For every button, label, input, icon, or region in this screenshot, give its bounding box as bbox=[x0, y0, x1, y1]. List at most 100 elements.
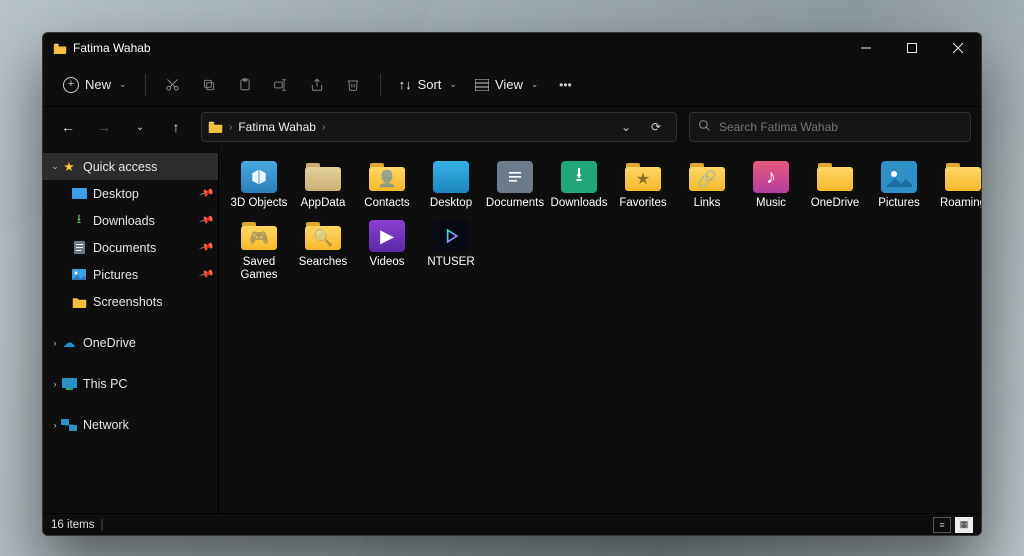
view-label: View bbox=[495, 77, 523, 92]
view-button[interactable]: View ⌄ bbox=[467, 73, 547, 96]
share-button[interactable] bbox=[300, 69, 334, 101]
folder-item-searches[interactable]: 🔍 Searches bbox=[293, 216, 353, 282]
pc-icon bbox=[61, 376, 77, 392]
chevron-right-icon: › bbox=[49, 379, 61, 389]
chevron-down-icon: ⌄ bbox=[531, 79, 539, 90]
folder-item-downloads[interactable]: ⭳ Downloads bbox=[549, 157, 609, 210]
item-label: Links bbox=[694, 197, 721, 210]
sidebar-item-onedrive[interactable]: › ☁ OneDrive bbox=[43, 329, 218, 356]
minimize-button[interactable] bbox=[843, 33, 889, 63]
close-button[interactable] bbox=[935, 33, 981, 63]
items-grid: 3D Objects AppData 👤 Contacts Desktop Do bbox=[229, 157, 977, 282]
breadcrumb-item[interactable]: Fatima Wahab bbox=[238, 120, 316, 134]
sidebar-item-pictures[interactable]: Pictures 📌 bbox=[43, 261, 218, 288]
pictures-icon bbox=[878, 159, 920, 195]
folder-item-appdata[interactable]: AppData bbox=[293, 157, 353, 210]
sidebar-item-network[interactable]: › Network bbox=[43, 411, 218, 438]
pin-icon: 📌 bbox=[198, 213, 214, 229]
new-button[interactable]: + New ⌄ bbox=[55, 73, 135, 97]
sidebar-label: Screenshots bbox=[93, 295, 162, 309]
folder-item-pictures[interactable]: Pictures bbox=[869, 157, 929, 210]
sort-button[interactable]: ↑↓ Sort ⌄ bbox=[391, 73, 465, 96]
star-icon: ★ bbox=[61, 159, 77, 175]
folder-item-music[interactable]: ♪ Music bbox=[741, 157, 801, 210]
breadcrumb-separator: › bbox=[322, 122, 325, 133]
command-bar: + New ⌄ ↑↓ Sort ⌄ View ⌄ ••• bbox=[43, 63, 981, 107]
item-label: 3D Objects bbox=[231, 197, 288, 210]
download-icon: ⭳ bbox=[71, 213, 87, 229]
more-button[interactable]: ••• bbox=[548, 69, 582, 101]
folder-item-3d-objects[interactable]: 3D Objects bbox=[229, 157, 289, 210]
search-icon bbox=[698, 119, 711, 135]
documents-icon bbox=[494, 159, 536, 195]
refresh-button[interactable]: ⟳ bbox=[644, 120, 668, 134]
paste-button[interactable] bbox=[228, 69, 262, 101]
videos-icon: ▶ bbox=[366, 218, 408, 254]
file-item-ntuser[interactable]: NTUSER bbox=[421, 216, 481, 282]
folder-item-videos[interactable]: ▶ Videos bbox=[357, 216, 417, 282]
forward-button[interactable]: → bbox=[89, 112, 119, 142]
folder-item-documents[interactable]: Documents bbox=[485, 157, 545, 210]
saved-games-icon: 🎮 bbox=[238, 218, 280, 254]
sidebar-item-documents[interactable]: Documents 📌 bbox=[43, 234, 218, 261]
folder-item-saved-games[interactable]: 🎮 Saved Games bbox=[229, 216, 289, 282]
item-label: Desktop bbox=[430, 197, 472, 210]
item-label: Music bbox=[756, 197, 786, 210]
items-view[interactable]: 3D Objects AppData 👤 Contacts Desktop Do bbox=[219, 147, 981, 513]
rename-button[interactable] bbox=[264, 69, 298, 101]
search-box[interactable] bbox=[689, 112, 971, 142]
sidebar-item-this-pc[interactable]: › This PC bbox=[43, 370, 218, 397]
folder-item-roaming[interactable]: Roaming bbox=[933, 157, 981, 210]
item-label: Documents bbox=[486, 197, 544, 210]
file-explorer-window: Fatima Wahab + New ⌄ ↑↓ Sort ⌄ View ⌄ ••… bbox=[42, 32, 982, 536]
chevron-down-icon: ⌄ bbox=[49, 161, 61, 172]
sidebar-label: Documents bbox=[93, 241, 156, 255]
contacts-icon: 👤 bbox=[366, 159, 408, 195]
maximize-button[interactable] bbox=[889, 33, 935, 63]
title-bar: Fatima Wahab bbox=[43, 33, 981, 63]
recent-locations-button[interactable]: ⌄ bbox=[125, 112, 155, 142]
sidebar-item-quick-access[interactable]: ⌄ ★ Quick access bbox=[43, 153, 218, 180]
back-button[interactable]: ← bbox=[53, 112, 83, 142]
folder-icon bbox=[71, 294, 87, 310]
search-input[interactable] bbox=[719, 120, 962, 134]
sidebar-item-downloads[interactable]: ⭳ Downloads 📌 bbox=[43, 207, 218, 234]
folder-item-desktop[interactable]: Desktop bbox=[421, 157, 481, 210]
history-dropdown[interactable]: ⌄ bbox=[614, 120, 638, 134]
pin-icon: 📌 bbox=[198, 240, 214, 256]
view-icon bbox=[475, 79, 489, 91]
item-label: NTUSER bbox=[427, 256, 474, 269]
folder-icon bbox=[942, 159, 981, 195]
large-icons-view-button[interactable]: ▦ bbox=[955, 517, 973, 533]
sidebar-label: OneDrive bbox=[83, 336, 136, 350]
details-view-button[interactable]: ≡ bbox=[933, 517, 951, 533]
item-label: OneDrive bbox=[811, 197, 860, 210]
folder-item-contacts[interactable]: 👤 Contacts bbox=[357, 157, 417, 210]
folder-icon bbox=[814, 159, 856, 195]
copy-button[interactable] bbox=[192, 69, 226, 101]
sort-icon: ↑↓ bbox=[399, 77, 412, 92]
item-label: Downloads bbox=[551, 197, 608, 210]
downloads-icon: ⭳ bbox=[558, 159, 600, 195]
separator bbox=[380, 74, 381, 96]
sidebar-item-screenshots[interactable]: Screenshots bbox=[43, 288, 218, 315]
up-button[interactable]: ↑ bbox=[161, 112, 191, 142]
sidebar-item-desktop[interactable]: Desktop 📌 bbox=[43, 180, 218, 207]
searches-icon: 🔍 bbox=[302, 218, 344, 254]
sidebar-label: Quick access bbox=[83, 160, 157, 174]
sidebar-label: Network bbox=[83, 418, 129, 432]
folder-item-favorites[interactable]: ★ Favorites bbox=[613, 157, 673, 210]
address-bar[interactable]: › Fatima Wahab › ⌄ ⟳ bbox=[201, 112, 677, 142]
chevron-down-icon: ⌄ bbox=[119, 79, 127, 90]
cut-button[interactable] bbox=[156, 69, 190, 101]
folder-icon bbox=[302, 159, 344, 195]
3d-objects-icon bbox=[238, 159, 280, 195]
folder-item-onedrive[interactable]: OneDrive bbox=[805, 157, 865, 210]
address-folder-icon bbox=[208, 121, 223, 133]
item-label: Pictures bbox=[878, 197, 920, 210]
plus-circle-icon: + bbox=[63, 77, 79, 93]
sidebar-label: Pictures bbox=[93, 268, 138, 282]
delete-button[interactable] bbox=[336, 69, 370, 101]
chevron-right-icon: › bbox=[49, 338, 61, 348]
folder-item-links[interactable]: 🔗 Links bbox=[677, 157, 737, 210]
